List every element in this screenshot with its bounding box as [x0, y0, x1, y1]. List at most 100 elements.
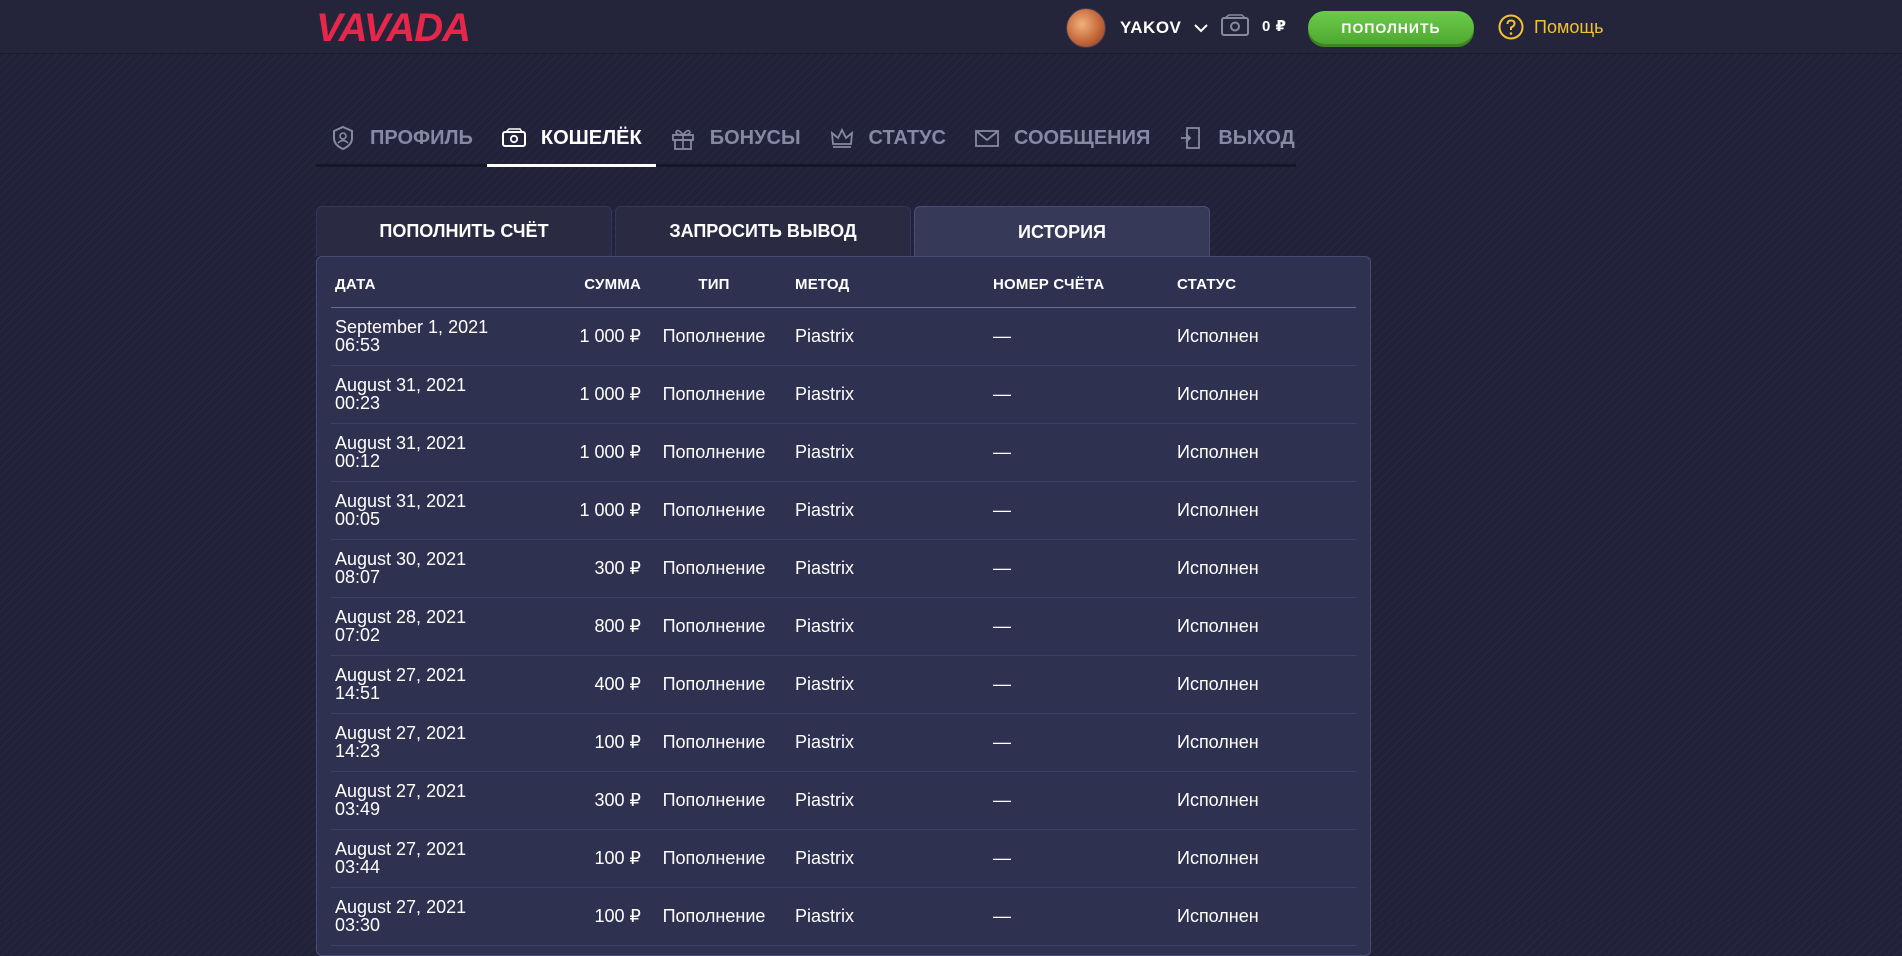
transaction-date: August 27, 2021	[335, 897, 467, 917]
table-row: September 1, 2021 06:53 1 000 ₽ Пополнение P…	[331, 307, 1356, 366]
cell-account: —	[989, 365, 1173, 424]
nav-item-label: БОНУСЫ	[709, 126, 801, 149]
nav-item-bonuses[interactable]: БОНУСЫ	[656, 112, 815, 164]
transaction-date: August 31, 2021	[335, 491, 467, 511]
transaction-time: 00:23	[335, 393, 381, 413]
nav-item-status[interactable]: СТАТУС	[815, 112, 960, 164]
transaction-time: 07:02	[335, 625, 381, 645]
table-row: August 28, 2021 07:02 800 ₽ Пополнение Piast…	[331, 597, 1356, 656]
cell-method: Piastrix	[783, 481, 989, 540]
column-header-type: ТИП	[645, 263, 783, 308]
nav-item-label: ВЫХОД	[1218, 126, 1295, 149]
cell-account: —	[989, 307, 1173, 366]
cell-method: Piastrix	[783, 539, 989, 598]
transaction-date: August 31, 2021	[335, 375, 467, 395]
nav-item-messages[interactable]: СООБЩЕНИЯ	[960, 112, 1164, 164]
help-label: Помощь	[1534, 16, 1604, 37]
tab-deposit[interactable]: ПОПОЛНИТЬ СЧЁТ	[316, 206, 612, 256]
cell-status: Исполнен	[1173, 713, 1356, 772]
cell-date: August 30, 2021 08:07	[331, 539, 535, 598]
top-header: VAVADA YAKOV 0 ₽ ПОПОЛНИТЬ Помощь	[0, 0, 1902, 54]
deposit-button[interactable]: ПОПОЛНИТЬ	[1308, 11, 1474, 44]
gift-icon	[671, 129, 694, 150]
cell-method: Piastrix	[783, 829, 989, 888]
avatar	[1066, 8, 1106, 48]
wallet-balance[interactable]: 0 ₽	[1220, 14, 1286, 38]
table-row: August 31, 2021 00:12 1 000 ₽ Пополнение Pia…	[331, 423, 1356, 482]
transaction-time: 14:23	[335, 741, 381, 761]
nav-item-logout[interactable]: ВЫХОД	[1164, 112, 1308, 164]
cell-type: Пополнение	[645, 597, 783, 656]
cell-account: —	[989, 713, 1173, 772]
cell-method: Piastrix	[783, 713, 989, 772]
cell-date: September 1, 2021 06:53	[331, 307, 535, 366]
balance-amount: 0 ₽	[1262, 18, 1287, 35]
cell-date: August 27, 2021 03:30	[331, 887, 535, 946]
cell-sum: 1 000 ₽	[535, 481, 645, 540]
cell-status: Исполнен	[1173, 423, 1356, 482]
user-menu[interactable]: YAKOV	[1066, 8, 1209, 48]
column-header-date: ДАТА	[331, 263, 535, 308]
cell-type: Пополнение	[645, 655, 783, 714]
transaction-time: 06:53	[335, 335, 381, 355]
cell-date: August 31, 2021 00:12	[331, 423, 535, 482]
cell-type: Пополнение	[645, 887, 783, 946]
cell-date: August 28, 2021 07:02	[331, 597, 535, 656]
cell-sum: 100 ₽	[535, 887, 645, 946]
history-panel: ДАТА СУММА ТИП МЕТОД НОМЕР СЧЁТА СТАТУС …	[316, 256, 1371, 956]
column-header-method: МЕТОД	[783, 263, 989, 308]
cell-date: August 31, 2021 00:23	[331, 365, 535, 424]
nav-item-profile[interactable]: ПРОФИЛЬ	[316, 112, 487, 164]
cell-sum: 400 ₽	[535, 655, 645, 714]
cell-status: Исполнен	[1173, 307, 1356, 366]
tab-withdraw[interactable]: ЗАПРОСИТЬ ВЫВОД	[615, 206, 911, 256]
cell-method: Piastrix	[783, 307, 989, 366]
cell-status: Исполнен	[1173, 481, 1356, 540]
nav-item-label: ПРОФИЛЬ	[370, 126, 473, 149]
transaction-time: 00:05	[335, 509, 381, 529]
cell-status: Исполнен	[1173, 655, 1356, 714]
tab-history[interactable]: ИСТОРИЯ	[914, 206, 1210, 257]
transaction-time: 03:44	[335, 857, 381, 877]
cell-account: —	[989, 655, 1173, 714]
transaction-date: August 27, 2021	[335, 839, 467, 859]
transaction-date: September 1, 2021	[335, 317, 489, 337]
transaction-time: 03:30	[335, 915, 381, 935]
vavada-logo[interactable]: VAVADA	[316, 8, 538, 46]
transaction-time: 14:51	[335, 683, 381, 703]
column-header-sum: СУММА	[535, 263, 645, 308]
table-header-row: ДАТА СУММА ТИП МЕТОД НОМЕР СЧЁТА СТАТУС	[331, 263, 1356, 308]
cell-date: August 27, 2021 03:49	[331, 771, 535, 830]
cell-date: August 27, 2021 03:44	[331, 829, 535, 888]
transaction-date: August 27, 2021	[335, 781, 467, 801]
wallet-icon	[501, 128, 526, 147]
transaction-date: August 31, 2021	[335, 433, 467, 453]
cell-sum: 100 ₽	[535, 829, 645, 888]
column-header-account: НОМЕР СЧЁТА	[989, 263, 1173, 308]
nav-item-wallet[interactable]: КОШЕЛЁК	[486, 112, 656, 167]
exit-icon	[1181, 127, 1201, 149]
envelope-icon	[975, 130, 999, 147]
cell-date: August 27, 2021 14:23	[331, 713, 535, 772]
shield-icon	[333, 125, 353, 151]
history-table: ДАТА СУММА ТИП МЕТОД НОМЕР СЧЁТА СТАТУС …	[331, 263, 1356, 946]
cell-date: August 27, 2021 14:51	[331, 655, 535, 714]
transaction-date: August 27, 2021	[335, 665, 467, 685]
transaction-date: August 28, 2021	[335, 607, 467, 627]
cell-method: Piastrix	[783, 887, 989, 946]
cell-date: August 31, 2021 00:05	[331, 481, 535, 540]
cell-account: —	[989, 771, 1173, 830]
table-row: August 27, 2021 03:44 100 ₽ Пополнение Piast…	[331, 829, 1356, 888]
cell-account: —	[989, 597, 1173, 656]
cell-sum: 1 000 ₽	[535, 423, 645, 482]
cell-sum: 100 ₽	[535, 713, 645, 772]
cell-type: Пополнение	[645, 365, 783, 424]
cell-type: Пополнение	[645, 307, 783, 366]
transaction-date: August 27, 2021	[335, 723, 467, 743]
cell-method: Piastrix	[783, 655, 989, 714]
svg-text:VAVADA: VAVADA	[316, 8, 470, 46]
transaction-date: August 30, 2021	[335, 549, 467, 569]
table-row: August 27, 2021 03:30 100 ₽ Пополнение Piast…	[331, 887, 1356, 946]
table-row: August 27, 2021 03:49 300 ₽ Пополнение Piast…	[331, 771, 1356, 830]
help-link[interactable]: Помощь	[1498, 14, 1604, 40]
